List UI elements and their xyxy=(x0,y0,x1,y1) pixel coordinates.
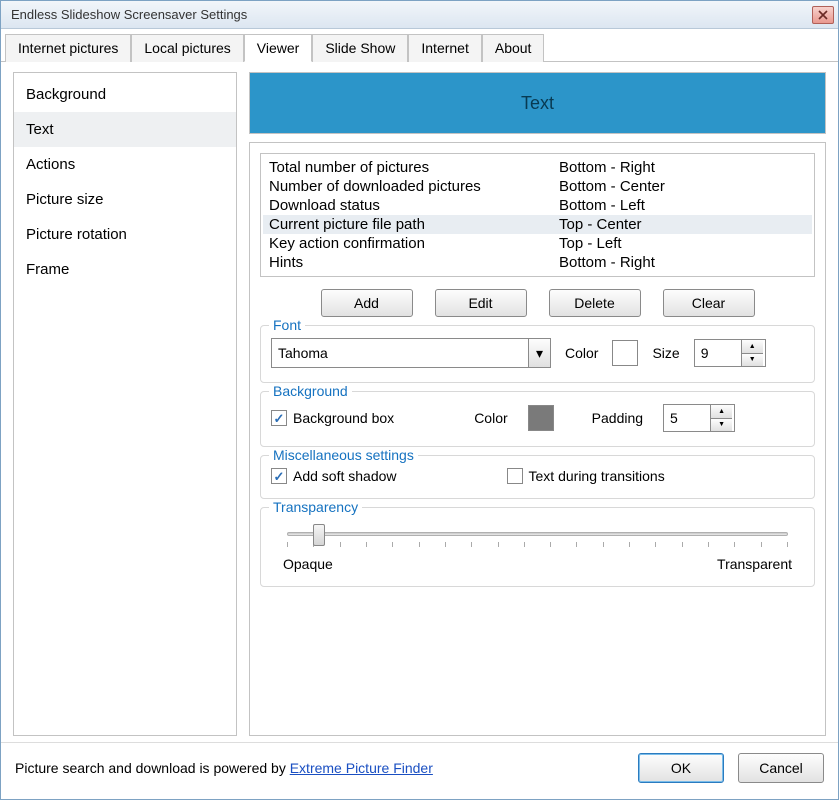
ok-button[interactable]: OK xyxy=(638,753,724,783)
sidebar-item-text[interactable]: Text xyxy=(14,112,236,147)
spin-down-icon[interactable]: ▼ xyxy=(711,419,732,432)
bg-color-swatch[interactable] xyxy=(528,405,554,431)
content-box: Total number of picturesBottom - Right N… xyxy=(249,142,826,736)
background-box-checkbox[interactable]: Background box xyxy=(271,410,394,426)
footer: Picture search and download is powered b… xyxy=(1,742,838,793)
font-color-swatch[interactable] xyxy=(612,340,638,366)
size-label: Size xyxy=(652,345,679,361)
list-item[interactable]: Current picture file pathTop - Center xyxy=(263,215,812,234)
text-items-list[interactable]: Total number of picturesBottom - Right N… xyxy=(260,153,815,277)
font-size-input[interactable] xyxy=(695,340,741,366)
text-transitions-checkbox[interactable]: Text during transitions xyxy=(507,468,665,484)
edit-button[interactable]: Edit xyxy=(435,289,527,317)
sidebar-item-picture-size[interactable]: Picture size xyxy=(14,182,236,217)
clear-button[interactable]: Clear xyxy=(663,289,755,317)
close-button[interactable] xyxy=(812,6,834,24)
extreme-picture-finder-link[interactable]: Extreme Picture Finder xyxy=(290,760,433,776)
sidebar-item-background[interactable]: Background xyxy=(14,77,236,112)
transparency-legend: Transparency xyxy=(269,499,362,515)
sidebar: Background Text Actions Picture size Pic… xyxy=(13,72,237,736)
transparency-group: Transparency Opaque Transparent xyxy=(260,507,815,587)
list-item[interactable]: Total number of picturesBottom - Right xyxy=(263,158,812,177)
window-title: Endless Slideshow Screensaver Settings xyxy=(11,7,812,22)
checkbox-icon xyxy=(507,468,523,484)
color-label: Color xyxy=(565,345,598,361)
sidebar-item-frame[interactable]: Frame xyxy=(14,252,236,287)
transparency-slider[interactable] xyxy=(277,524,798,552)
tab-slide-show[interactable]: Slide Show xyxy=(312,34,408,62)
sidebar-item-picture-rotation[interactable]: Picture rotation xyxy=(14,217,236,252)
list-buttons: Add Edit Delete Clear xyxy=(260,289,815,317)
tab-viewer[interactable]: Viewer xyxy=(244,34,313,62)
tab-about[interactable]: About xyxy=(482,34,545,62)
checkbox-icon xyxy=(271,410,287,426)
slider-thumb[interactable] xyxy=(313,524,325,546)
font-group: Font Tahoma ▾ Color Size ▲▼ xyxy=(260,325,815,383)
background-group: Background Background box Color Padding … xyxy=(260,391,815,447)
close-icon xyxy=(818,10,828,20)
body: Background Text Actions Picture size Pic… xyxy=(1,62,838,742)
font-size-stepper[interactable]: ▲▼ xyxy=(694,339,766,367)
cancel-button[interactable]: Cancel xyxy=(738,753,824,783)
list-item[interactable]: Number of downloaded picturesBottom - Ce… xyxy=(263,177,812,196)
opaque-label: Opaque xyxy=(283,556,333,572)
padding-stepper[interactable]: ▲▼ xyxy=(663,404,735,432)
checkbox-icon xyxy=(271,468,287,484)
titlebar: Endless Slideshow Screensaver Settings xyxy=(1,1,838,29)
sidebar-item-actions[interactable]: Actions xyxy=(14,147,236,182)
spin-down-icon[interactable]: ▼ xyxy=(742,354,763,367)
padding-label: Padding xyxy=(592,410,643,426)
bg-color-label: Color xyxy=(474,410,507,426)
list-item[interactable]: Key action confirmationTop - Left xyxy=(263,234,812,253)
settings-window: Endless Slideshow Screensaver Settings I… xyxy=(0,0,839,800)
chevron-down-icon: ▾ xyxy=(528,339,550,367)
tab-local-pictures[interactable]: Local pictures xyxy=(131,34,243,62)
slider-track xyxy=(287,532,788,536)
list-item[interactable]: HintsBottom - Right xyxy=(263,253,812,272)
misc-legend: Miscellaneous settings xyxy=(269,447,418,463)
spin-up-icon[interactable]: ▲ xyxy=(742,340,763,354)
tab-internet[interactable]: Internet xyxy=(408,34,481,62)
background-legend: Background xyxy=(269,383,352,399)
list-item[interactable]: Download statusBottom - Left xyxy=(263,196,812,215)
add-button[interactable]: Add xyxy=(321,289,413,317)
tab-bar: Internet pictures Local pictures Viewer … xyxy=(1,29,838,62)
font-family-select[interactable]: Tahoma ▾ xyxy=(271,338,551,368)
padding-input[interactable] xyxy=(664,405,710,431)
footer-text: Picture search and download is powered b… xyxy=(15,760,433,776)
misc-group: Miscellaneous settings Add soft shadow T… xyxy=(260,455,815,499)
spin-up-icon[interactable]: ▲ xyxy=(711,405,732,419)
delete-button[interactable]: Delete xyxy=(549,289,641,317)
font-legend: Font xyxy=(269,317,305,333)
slider-ticks xyxy=(287,542,788,547)
soft-shadow-checkbox[interactable]: Add soft shadow xyxy=(271,468,397,484)
main-panel: Text Total number of picturesBottom - Ri… xyxy=(249,72,826,736)
transparent-label: Transparent xyxy=(717,556,792,572)
panel-title: Text xyxy=(249,72,826,134)
tab-internet-pictures[interactable]: Internet pictures xyxy=(5,34,131,62)
